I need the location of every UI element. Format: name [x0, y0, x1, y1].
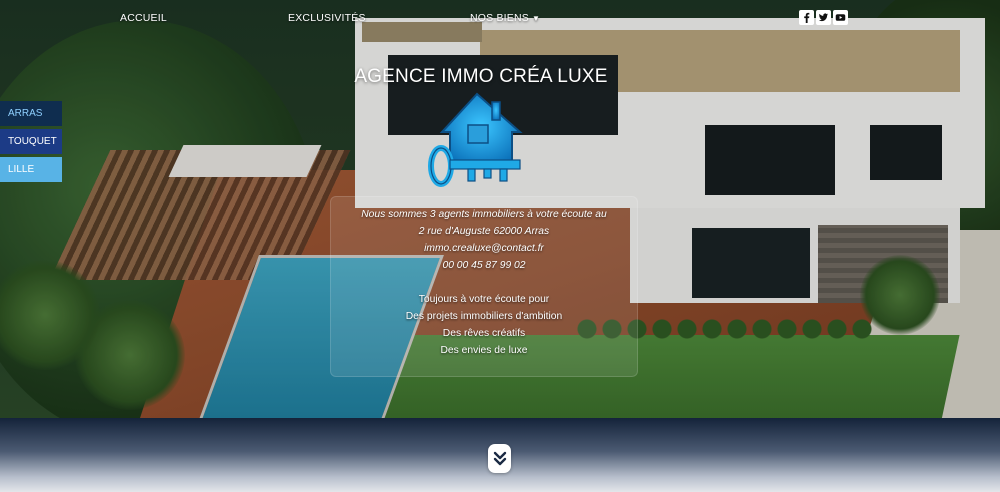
scroll-down-button[interactable] [488, 444, 511, 473]
nav-properties-dropdown[interactable]: NOS BIENS ▼ [470, 12, 540, 24]
promise-line: Des projets immobiliers d'ambition [405, 311, 563, 322]
city-tab-lille[interactable]: LILLE [0, 157, 62, 182]
promise-line: Des rêves créatifs [442, 328, 526, 339]
double-chevron-down-icon [493, 451, 506, 465]
city-tab-touquet[interactable]: TOUQUET [0, 129, 62, 154]
nav-properties-label: NOS BIENS [470, 12, 529, 24]
promise-line: Toujours à votre écoute pour [418, 294, 550, 305]
social-links [799, 10, 848, 25]
agency-title: AGENCE IMMO CRÉA LUXE [354, 66, 608, 87]
city-tab-arras[interactable]: ARRAS [0, 101, 62, 126]
nav-exclusives-link[interactable]: EXCLUSIVITÉS [288, 12, 366, 24]
contact-intro: Nous sommes 3 agents immobiliers à votre… [361, 209, 607, 220]
nav-home-link[interactable]: ACCUEIL [120, 12, 167, 24]
facebook-icon[interactable] [799, 10, 814, 25]
house-key-logo-icon [428, 92, 526, 192]
contact-address: 2 rue d'Auguste 62000 Arras [418, 226, 550, 237]
caret-down-icon: ▼ [531, 14, 541, 23]
contact-phone[interactable]: 00 00 45 87 99 02 [330, 257, 638, 274]
promises-list: Toujours à votre écoute pour Des projets… [330, 291, 638, 359]
twitter-icon[interactable] [816, 10, 831, 25]
promise-line: Des envies de luxe [440, 345, 528, 356]
contact-email-link[interactable]: immo.crealuxe@contact.fr [330, 240, 638, 257]
youtube-icon[interactable] [833, 10, 848, 25]
contact-info: Nous sommes 3 agents immobiliers à votre… [330, 206, 638, 274]
